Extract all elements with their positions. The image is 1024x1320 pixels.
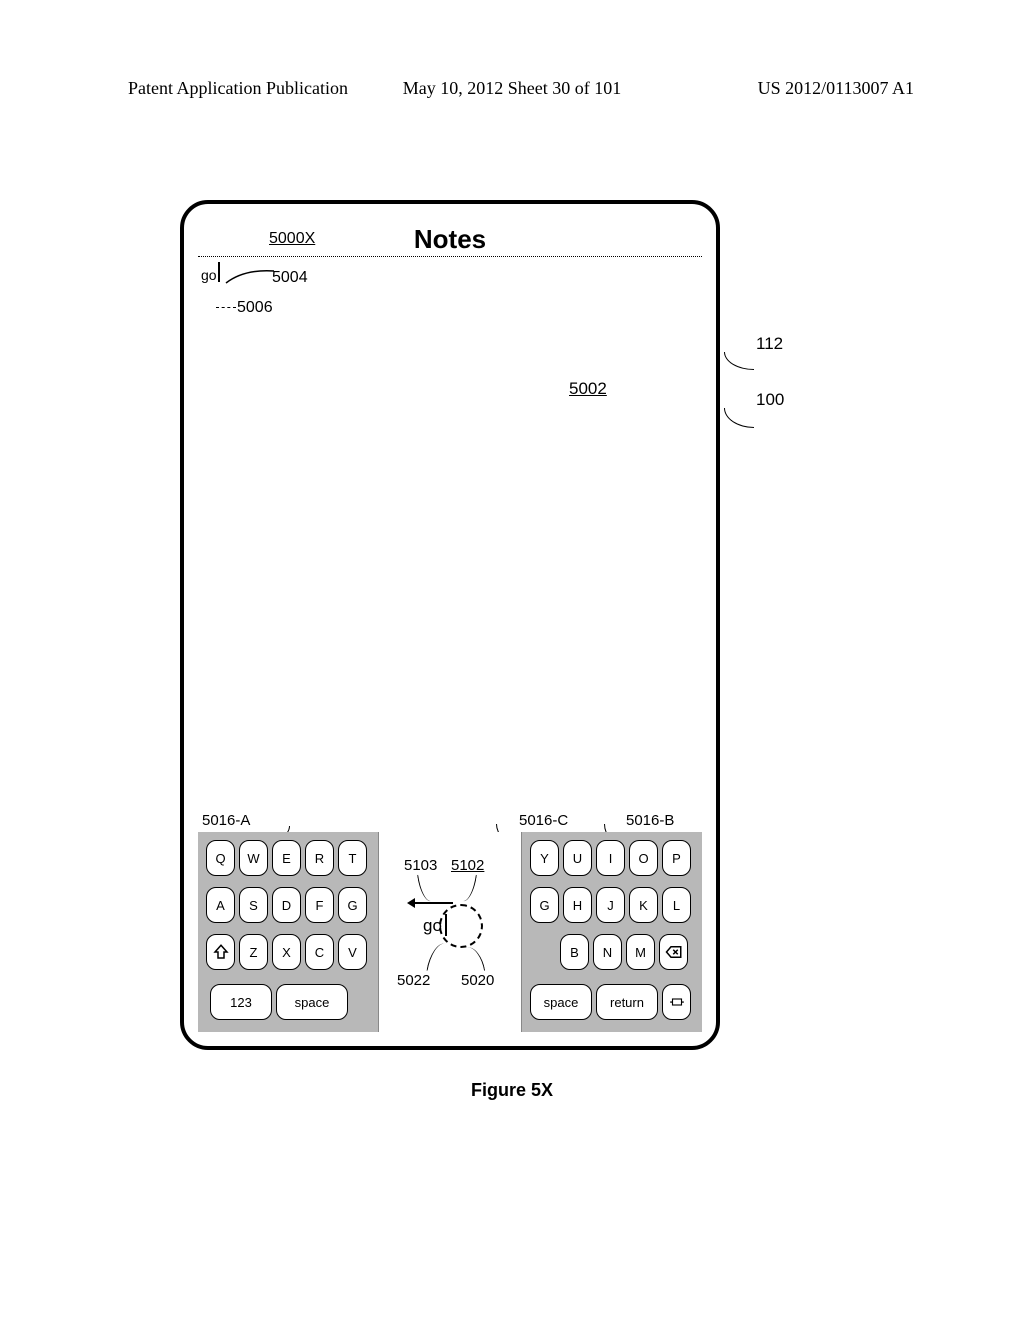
page-header: Patent Application Publication May 10, 2… bbox=[0, 78, 1024, 99]
ref-5006: 5006 bbox=[237, 299, 273, 317]
kbd-row: space return bbox=[530, 984, 691, 1020]
header-left: Patent Application Publication bbox=[128, 78, 348, 99]
header-right: US 2012/0113007 A1 bbox=[758, 78, 914, 99]
leader-5006 bbox=[216, 307, 236, 308]
center-cursor-icon bbox=[445, 914, 447, 936]
key-n[interactable]: N bbox=[593, 934, 622, 970]
key-y[interactable]: Y bbox=[530, 840, 559, 876]
key-v[interactable]: V bbox=[338, 934, 367, 970]
kbd-row: Y U I O P bbox=[530, 840, 691, 876]
key-b[interactable]: B bbox=[560, 934, 589, 970]
shift-up-arrow-icon bbox=[212, 943, 230, 961]
keyboard-center-gap: 5103 5102 go 5022 5020 bbox=[378, 832, 522, 1032]
key-space-right[interactable]: space bbox=[530, 984, 592, 1020]
leader-5022 bbox=[427, 941, 446, 973]
key-w[interactable]: W bbox=[239, 840, 268, 876]
leader-5102 bbox=[463, 873, 477, 902]
leader-100 bbox=[724, 408, 754, 428]
kbd-row: G H J K L bbox=[530, 887, 691, 923]
key-h[interactable]: H bbox=[563, 887, 592, 923]
kbd-row: B N M bbox=[560, 934, 688, 970]
ref-100: 100 bbox=[756, 390, 784, 410]
device-frame: Notes 5000X go 5004 5006 5002 5016-A 501… bbox=[180, 200, 720, 1050]
key-backspace[interactable] bbox=[659, 934, 688, 970]
key-shift[interactable] bbox=[206, 934, 235, 970]
leader-5004 bbox=[224, 267, 276, 285]
key-j[interactable]: J bbox=[596, 887, 625, 923]
keyboard-dock-icon bbox=[668, 993, 686, 1011]
ref-5022: 5022 bbox=[397, 972, 430, 989]
kbd-row: A S D F G bbox=[206, 887, 367, 923]
ref-5000X: 5000X bbox=[269, 230, 315, 248]
key-x[interactable]: X bbox=[272, 934, 301, 970]
key-r[interactable]: R bbox=[305, 840, 334, 876]
key-i[interactable]: I bbox=[596, 840, 625, 876]
key-l[interactable]: L bbox=[662, 887, 691, 923]
kbd-row: 123 space bbox=[210, 984, 348, 1020]
keyboard-left-half: Q W E R T A S D F G Z X C V bbox=[198, 832, 378, 1032]
key-s[interactable]: S bbox=[239, 887, 268, 923]
kbd-row: Z X C V bbox=[206, 934, 367, 970]
backspace-icon bbox=[665, 943, 683, 961]
key-d[interactable]: D bbox=[272, 887, 301, 923]
key-o[interactable]: O bbox=[629, 840, 658, 876]
ref-5016A: 5016-A bbox=[202, 812, 250, 829]
ref-5004: 5004 bbox=[272, 269, 308, 287]
gesture-arrow-icon bbox=[409, 902, 453, 904]
keyboard-right-half: Y U I O P G H J K L B N M bbox=[522, 832, 702, 1032]
key-a[interactable]: A bbox=[206, 887, 235, 923]
key-123[interactable]: 123 bbox=[210, 984, 272, 1020]
key-g2[interactable]: G bbox=[530, 887, 559, 923]
key-u[interactable]: U bbox=[563, 840, 592, 876]
key-space-left[interactable]: space bbox=[276, 984, 348, 1020]
ref-5016B: 5016-B bbox=[626, 812, 674, 829]
key-t[interactable]: T bbox=[338, 840, 367, 876]
app-title: Notes bbox=[414, 224, 486, 254]
key-p[interactable]: P bbox=[662, 840, 691, 876]
key-g[interactable]: G bbox=[338, 887, 367, 923]
key-m[interactable]: M bbox=[626, 934, 655, 970]
key-q[interactable]: Q bbox=[206, 840, 235, 876]
key-return[interactable]: return bbox=[596, 984, 658, 1020]
ref-5103: 5103 bbox=[404, 857, 437, 874]
figure-caption: Figure 5X bbox=[0, 1080, 1024, 1101]
key-keyboard-toggle[interactable] bbox=[662, 984, 691, 1020]
center-go-text: go bbox=[423, 916, 442, 936]
kbd-row: Q W E R T bbox=[206, 840, 367, 876]
typed-text: go bbox=[201, 267, 217, 283]
leader-5103 bbox=[417, 873, 431, 902]
leader-112 bbox=[724, 352, 754, 370]
key-k[interactable]: K bbox=[629, 887, 658, 923]
key-c[interactable]: C bbox=[305, 934, 334, 970]
ref-5016C: 5016-C bbox=[519, 812, 568, 829]
leader-5020 bbox=[467, 945, 485, 973]
key-z[interactable]: Z bbox=[239, 934, 268, 970]
ref-5020: 5020 bbox=[461, 972, 494, 989]
text-cursor-icon bbox=[218, 262, 220, 282]
key-e[interactable]: E bbox=[272, 840, 301, 876]
ref-112: 112 bbox=[756, 334, 783, 354]
header-center: May 10, 2012 Sheet 30 of 101 bbox=[403, 78, 621, 99]
ref-5102: 5102 bbox=[451, 857, 484, 874]
key-f[interactable]: F bbox=[305, 887, 334, 923]
split-keyboard: Q W E R T A S D F G Z X C V bbox=[198, 832, 702, 1032]
ref-5002: 5002 bbox=[569, 379, 607, 399]
